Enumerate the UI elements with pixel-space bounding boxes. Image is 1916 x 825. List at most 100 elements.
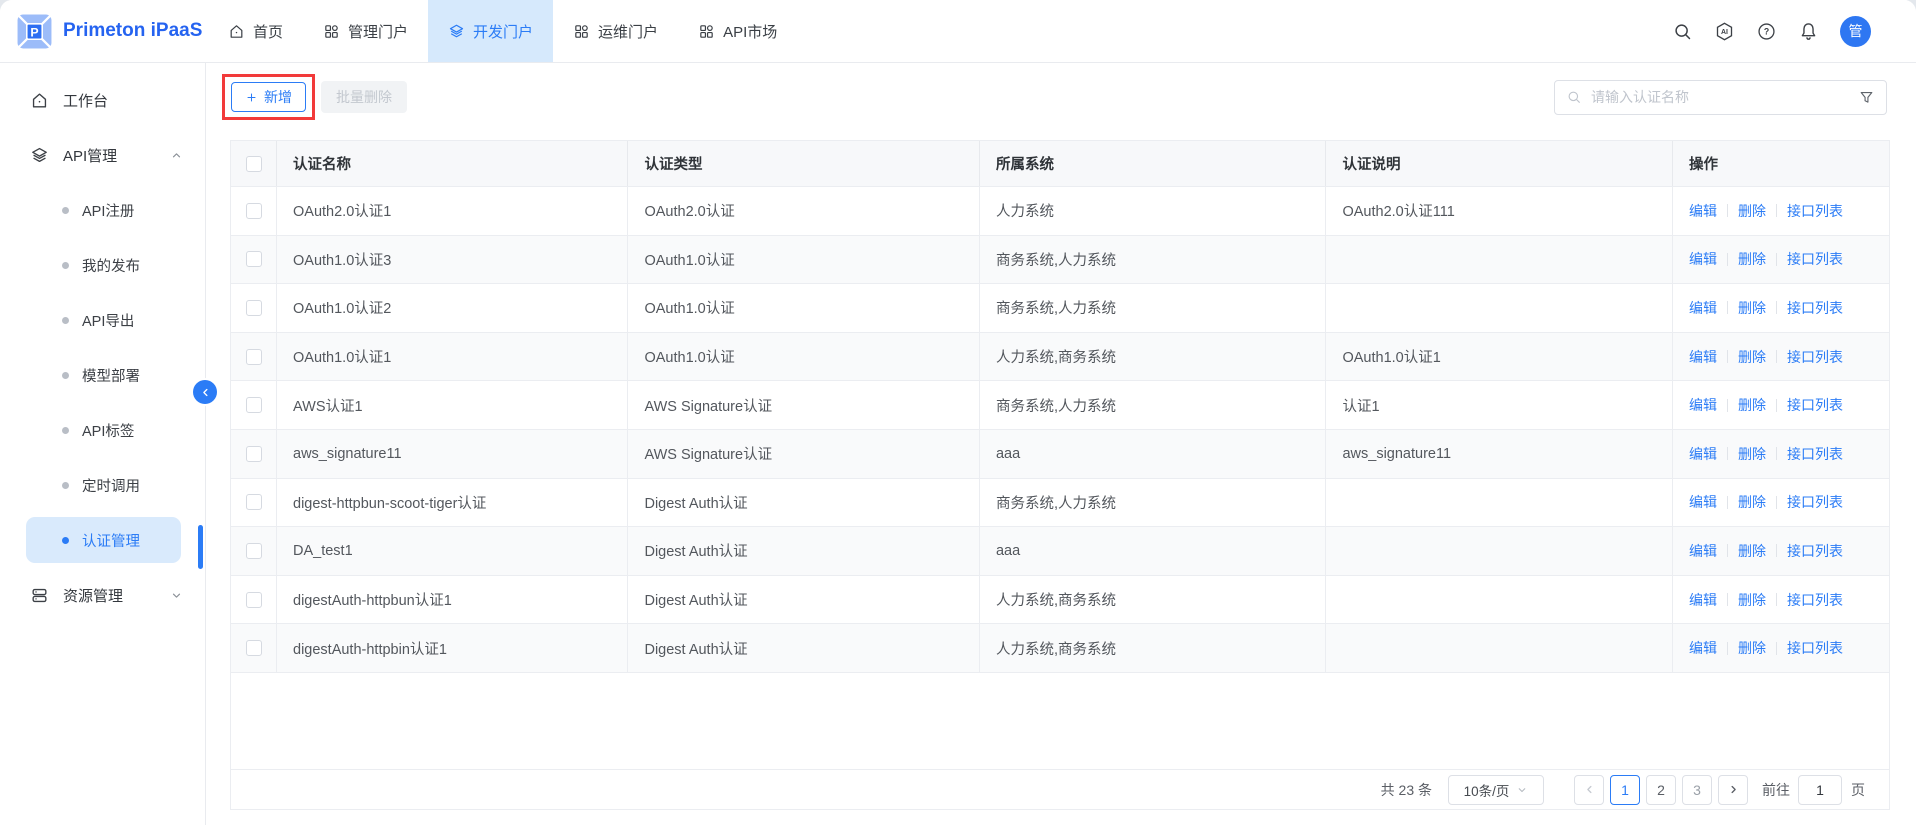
api-list-link[interactable]: 接口列表 — [1787, 590, 1843, 610]
sidebar-subitem[interactable]: API注册 — [0, 183, 205, 238]
add-button[interactable]: 新增 — [231, 82, 306, 112]
sidebar-subitem[interactable]: 我的发布 — [0, 238, 205, 293]
delete-link[interactable]: 删除 — [1738, 492, 1766, 512]
api-list-link[interactable]: 接口列表 — [1787, 638, 1843, 658]
chevron-icon — [170, 589, 183, 602]
search-icon[interactable] — [1672, 21, 1693, 42]
cell-auth-desc: 认证1 — [1326, 381, 1673, 429]
select-all-checkbox[interactable] — [246, 156, 262, 172]
sidebar-subitem-label: 我的发布 — [82, 255, 140, 276]
sidebar-subitem[interactable]: API导出 — [0, 293, 205, 348]
goto-page-input[interactable] — [1798, 775, 1842, 805]
edit-link[interactable]: 编辑 — [1689, 638, 1717, 658]
delete-link[interactable]: 删除 — [1738, 444, 1766, 464]
sidebar-subitem[interactable]: API标签 — [0, 403, 205, 458]
edit-link[interactable]: 编辑 — [1689, 201, 1717, 221]
edit-link[interactable]: 编辑 — [1689, 298, 1717, 318]
api-list-link[interactable]: 接口列表 — [1787, 395, 1843, 415]
row-checkbox[interactable] — [246, 300, 262, 316]
goto-suffix: 页 — [1851, 780, 1865, 800]
edit-link[interactable]: 编辑 — [1689, 492, 1717, 512]
row-checkbox[interactable] — [246, 494, 262, 510]
link-divider — [1727, 301, 1728, 314]
sidebar: 工作台 API管理 API注册 我的发布 API导出 模型部署 API标签 — [0, 63, 206, 825]
prev-page-button[interactable] — [1574, 775, 1604, 805]
sidebar-scrollbar-thumb[interactable] — [198, 525, 203, 569]
api-list-link[interactable]: 接口列表 — [1787, 347, 1843, 367]
row-checkbox[interactable] — [246, 446, 262, 462]
delete-link[interactable]: 删除 — [1738, 201, 1766, 221]
filter-icon[interactable] — [1858, 89, 1875, 106]
delete-link[interactable]: 删除 — [1738, 541, 1766, 561]
link-divider — [1727, 642, 1728, 655]
batch-delete-button[interactable]: 批量删除 — [321, 81, 407, 113]
bullet-icon — [62, 372, 69, 379]
api-list-link[interactable]: 接口列表 — [1787, 249, 1843, 269]
top-nav-tab[interactable]: 管理门户 — [303, 0, 428, 62]
sidebar-collapse-button[interactable] — [193, 380, 217, 404]
sidebar-item[interactable]: 资源管理 — [0, 568, 205, 623]
cell-auth-name: OAuth2.0认证1 — [277, 187, 628, 235]
sidebar-item[interactable]: 工作台 — [0, 73, 205, 128]
row-checkbox[interactable] — [246, 203, 262, 219]
link-divider — [1776, 253, 1777, 266]
nav-tab-icon — [323, 23, 340, 40]
cell-actions: 编辑 删除 接口列表 — [1673, 187, 1889, 235]
edit-link[interactable]: 编辑 — [1689, 249, 1717, 269]
delete-link[interactable]: 删除 — [1738, 298, 1766, 318]
row-checkbox[interactable] — [246, 251, 262, 267]
bell-icon[interactable] — [1798, 21, 1819, 42]
top-nav-tab[interactable]: 开发门户 — [428, 0, 553, 62]
top-nav-tab[interactable]: 首页 — [208, 0, 303, 62]
delete-link[interactable]: 删除 — [1738, 347, 1766, 367]
top-nav-tab[interactable]: API市场 — [678, 0, 797, 62]
next-page-button[interactable] — [1718, 775, 1748, 805]
toolbar: 新增 批量删除 — [222, 71, 1887, 123]
api-list-link[interactable]: 接口列表 — [1787, 298, 1843, 318]
top-nav-tab[interactable]: 运维门户 — [553, 0, 678, 62]
table-row: OAuth1.0认证1 OAuth1.0认证 人力系统,商务系统 OAuth1.… — [231, 333, 1889, 382]
cell-auth-type: AWS Signature认证 — [628, 430, 979, 478]
api-list-link[interactable]: 接口列表 — [1787, 541, 1843, 561]
delete-link[interactable]: 删除 — [1738, 249, 1766, 269]
row-checkbox[interactable] — [246, 543, 262, 559]
cell-actions: 编辑 删除 接口列表 — [1673, 381, 1889, 429]
cell-system: aaa — [980, 430, 1327, 478]
cell-auth-desc — [1326, 527, 1673, 575]
row-checkbox[interactable] — [246, 349, 262, 365]
page-number-button[interactable]: 1 — [1610, 775, 1640, 805]
api-list-link[interactable]: 接口列表 — [1787, 444, 1843, 464]
bullet-icon — [62, 427, 69, 434]
cell-auth-name: OAuth1.0认证3 — [277, 236, 628, 284]
page-number-button[interactable]: 2 — [1646, 775, 1676, 805]
help-icon[interactable]: ? — [1756, 21, 1777, 42]
sidebar-subitem[interactable]: 模型部署 — [0, 348, 205, 403]
ai-assistant-icon[interactable]: AI — [1714, 21, 1735, 42]
api-list-link[interactable]: 接口列表 — [1787, 201, 1843, 221]
row-checkbox[interactable] — [246, 592, 262, 608]
delete-link[interactable]: 删除 — [1738, 638, 1766, 658]
edit-link[interactable]: 编辑 — [1689, 347, 1717, 367]
row-checkbox[interactable] — [246, 640, 262, 656]
sidebar-item-label: API管理 — [63, 145, 117, 166]
cell-actions: 编辑 删除 接口列表 — [1673, 576, 1889, 624]
api-list-link[interactable]: 接口列表 — [1787, 492, 1843, 512]
row-checkbox[interactable] — [246, 397, 262, 413]
edit-link[interactable]: 编辑 — [1689, 395, 1717, 415]
page-size-select[interactable]: 10条/页 — [1448, 775, 1544, 805]
sidebar-subitem-label: 定时调用 — [82, 475, 140, 496]
column-header-actions: 操作 — [1673, 141, 1889, 186]
cell-auth-name: aws_signature11 — [277, 430, 628, 478]
edit-link[interactable]: 编辑 — [1689, 590, 1717, 610]
sidebar-subitem[interactable]: 认证管理 — [26, 517, 181, 563]
user-avatar[interactable]: 管 — [1840, 16, 1871, 47]
table-row: aws_signature11 AWS Signature认证 aaa aws_… — [231, 430, 1889, 479]
edit-link[interactable]: 编辑 — [1689, 444, 1717, 464]
sidebar-subitem[interactable]: 定时调用 — [0, 458, 205, 513]
sidebar-item[interactable]: API管理 — [0, 128, 205, 183]
delete-link[interactable]: 删除 — [1738, 395, 1766, 415]
delete-link[interactable]: 删除 — [1738, 590, 1766, 610]
edit-link[interactable]: 编辑 — [1689, 541, 1717, 561]
auth-name-search-input[interactable] — [1591, 89, 1849, 105]
page-number-button[interactable]: 3 — [1682, 775, 1712, 805]
